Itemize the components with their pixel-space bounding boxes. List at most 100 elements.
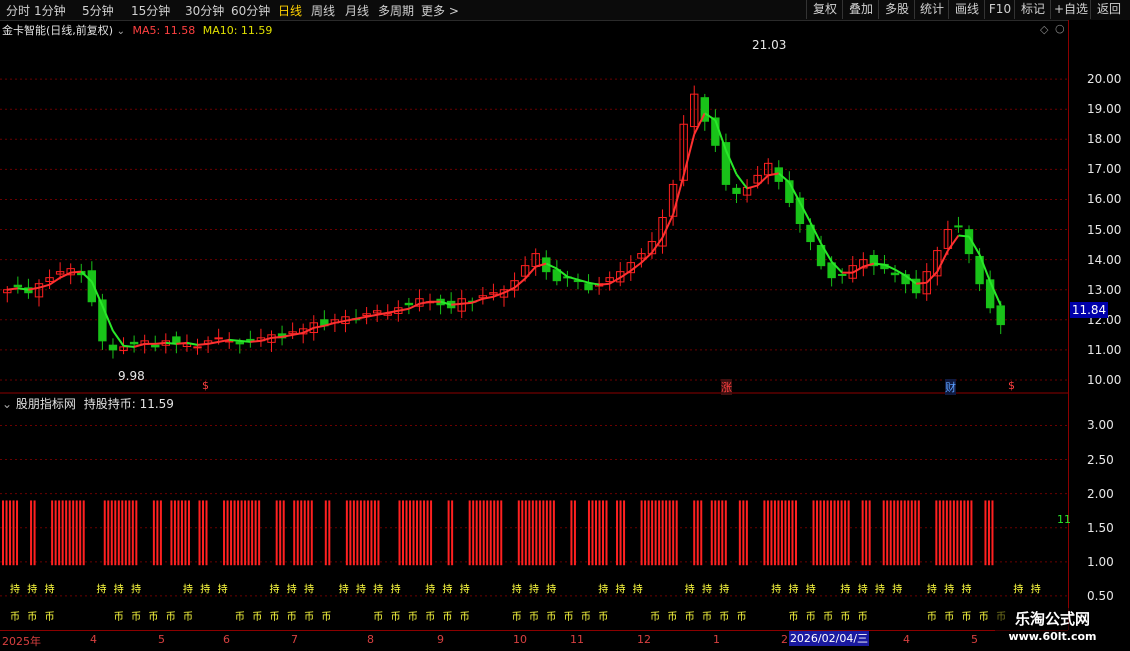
date-axis: 2025年45678910111212345 bbox=[0, 630, 1068, 651]
indicator-bar bbox=[549, 500, 552, 566]
indicator-bar bbox=[696, 500, 699, 566]
indicator-bar bbox=[61, 500, 64, 566]
indicator-bar bbox=[114, 500, 117, 566]
ma-line-segment bbox=[176, 341, 188, 345]
indicator-bar bbox=[251, 500, 254, 566]
indicator-bar bbox=[451, 500, 454, 566]
indicator-tick-label: 3.00 bbox=[1087, 418, 1114, 433]
hold-marker: 持 bbox=[892, 583, 902, 596]
current-price-badge: 11.84 bbox=[1070, 302, 1108, 318]
ma-line-segment bbox=[524, 265, 537, 280]
coin-marker: 币 bbox=[183, 611, 193, 623]
indicator-bar bbox=[935, 500, 938, 566]
hold-marker: 持 bbox=[633, 583, 643, 596]
coin-marker: 币 bbox=[235, 611, 245, 623]
date-tick-label: 5 bbox=[158, 633, 165, 646]
indicator-bar bbox=[468, 500, 471, 566]
coin-marker: 币 bbox=[962, 611, 972, 623]
coin-marker: 币 bbox=[408, 611, 418, 623]
indicator-bar bbox=[991, 500, 994, 566]
hold-marker: 持 bbox=[546, 583, 556, 596]
diamond-icon[interactable]: ◇ bbox=[1040, 23, 1048, 36]
high-price-label: 21.03 bbox=[752, 38, 787, 52]
candle-body bbox=[732, 187, 741, 194]
indicator-bar bbox=[16, 500, 19, 566]
indicator-bar bbox=[675, 500, 678, 566]
ma-line-segment bbox=[70, 270, 82, 274]
candle-body bbox=[404, 302, 414, 306]
indicator-bar bbox=[910, 500, 913, 566]
hold-marker: 持 bbox=[45, 583, 55, 596]
ma-line-segment bbox=[599, 282, 610, 286]
indicator-bar bbox=[293, 500, 296, 566]
price-tick-label: 19.00 bbox=[1087, 102, 1122, 117]
ma-line-segment bbox=[451, 302, 462, 306]
indicator-bar bbox=[237, 500, 240, 566]
coin-marker: 币 bbox=[321, 611, 331, 623]
chevron-down-icon[interactable]: ⌄ bbox=[117, 26, 125, 37]
hold-marker: 持 bbox=[287, 583, 297, 596]
indicator-bar bbox=[791, 500, 794, 566]
indicator-tick-label: 1.00 bbox=[1087, 554, 1114, 569]
watermark-title: 乐淘公式网 bbox=[1014, 610, 1090, 628]
indicator-bar bbox=[907, 500, 910, 566]
indicator-bar bbox=[230, 500, 233, 566]
candle-body bbox=[13, 284, 23, 288]
event-marker[interactable]: $ bbox=[1008, 379, 1015, 392]
price-tick-label: 13.00 bbox=[1087, 282, 1122, 297]
indicator-tick-label: 2.00 bbox=[1087, 486, 1114, 501]
event-marker[interactable]: 涨 bbox=[721, 379, 732, 395]
ma-line-segment bbox=[640, 251, 653, 264]
coin-marker: 币 bbox=[45, 611, 55, 623]
indicator-bar bbox=[770, 500, 773, 566]
kline-chart[interactable]: 持币持币持币持 持币持币币币持币持 持币 币持币持币持币 币持持持币持币 币持币持币持币持… bbox=[0, 0, 1068, 630]
chevron-down-icon[interactable]: ⌄ bbox=[2, 397, 12, 411]
coin-marker: 币 bbox=[806, 611, 816, 623]
price-axis: 20.00 19.00 18.00 17.00 16.00 15.00 14.00 13.00… bbox=[1068, 20, 1130, 630]
hold-marker: 持 bbox=[114, 583, 124, 596]
hold-marker: 持 bbox=[806, 583, 816, 596]
indicator-bar bbox=[198, 500, 201, 566]
indicator-bar bbox=[233, 500, 236, 566]
coin-marker: 币 bbox=[650, 611, 660, 623]
coin-marker: 币 bbox=[598, 611, 608, 623]
indicator-bar bbox=[844, 500, 847, 566]
circle-icon[interactable]: ○ bbox=[1055, 22, 1065, 35]
indicator-bar bbox=[430, 500, 433, 566]
indicator-bar bbox=[475, 500, 478, 566]
indicator-bar bbox=[672, 500, 675, 566]
indicator-right-value: 11 bbox=[1057, 513, 1071, 526]
hold-marker: 持 bbox=[962, 583, 972, 596]
indicator-bar bbox=[496, 500, 499, 566]
indicator-bar bbox=[903, 500, 906, 566]
event-marker[interactable]: 财 bbox=[945, 379, 956, 395]
candle-body bbox=[193, 346, 202, 349]
ma-line-segment bbox=[958, 234, 970, 238]
main-chart-legend: 金卡智能(日线,前复权) ⌄ MA5: 11.58 MA10: 11.59 bbox=[2, 22, 272, 38]
indicator-bar bbox=[893, 500, 896, 566]
hold-marker: 持 bbox=[616, 583, 626, 596]
indicator-bar bbox=[524, 500, 527, 566]
date-tick-label: 12 bbox=[637, 633, 651, 646]
coin-marker: 币 bbox=[581, 611, 591, 623]
ma-line-segment bbox=[852, 265, 864, 274]
coin-marker: 币 bbox=[391, 611, 401, 623]
event-marker[interactable]: $ bbox=[202, 379, 209, 392]
hold-marker: 持 bbox=[685, 583, 695, 596]
indicator-bar bbox=[409, 500, 412, 566]
back-button[interactable]: 返回 bbox=[1090, 0, 1127, 19]
hold-marker: 持 bbox=[10, 583, 20, 596]
indicator-bar bbox=[956, 500, 959, 566]
ma-line-segment bbox=[926, 270, 939, 284]
ma-line-segment bbox=[746, 184, 758, 190]
indicator-bar bbox=[837, 500, 840, 566]
ma-line-segment bbox=[873, 262, 885, 266]
price-tick-label: 16.00 bbox=[1087, 192, 1122, 207]
indicator-bar bbox=[780, 500, 783, 566]
ma-line-segment bbox=[682, 134, 696, 176]
hold-marker: 持 bbox=[858, 583, 868, 596]
ma-line-segment bbox=[207, 340, 219, 345]
indicator-bar bbox=[959, 500, 962, 566]
indicator-bar bbox=[570, 500, 573, 566]
coin-marker: 币 bbox=[823, 611, 833, 623]
